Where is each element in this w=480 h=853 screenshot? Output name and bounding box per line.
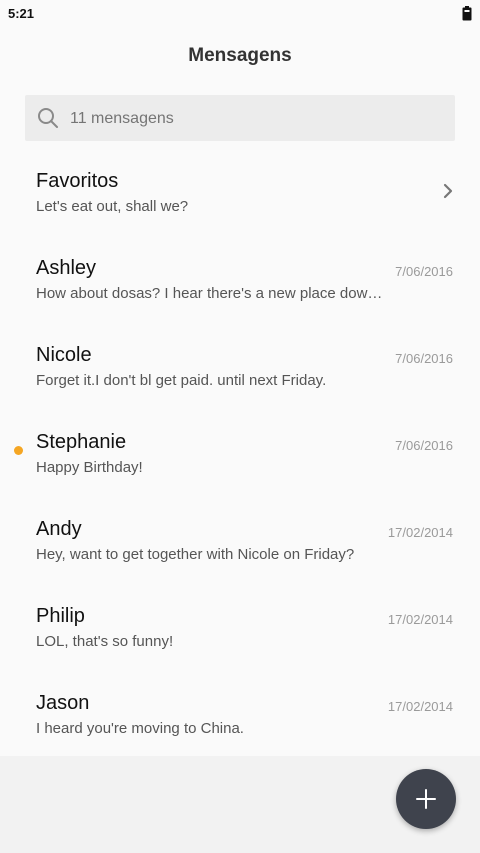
list-item-andy[interactable]: Andy 17/02/2014 Hey, want to get togethe… [0, 498, 480, 585]
page-title: Mensagens [188, 45, 292, 66]
contact-name: Philip [36, 605, 85, 627]
message-preview: Happy Birthday! [36, 459, 143, 476]
chevron-right-icon [443, 183, 453, 199]
message-date: 17/02/2014 [387, 525, 453, 540]
message-preview: I heard you're moving to China. [36, 720, 244, 737]
unread-indicator [14, 446, 23, 455]
message-date: 7/06/2016 [395, 264, 453, 279]
list-item-favoritos[interactable]: Favoritos Let's eat out, shall we? [0, 150, 480, 237]
search-bar[interactable] [25, 95, 455, 141]
contact-name: Nicole [36, 344, 92, 366]
list-item-philip[interactable]: Philip 17/02/2014 LOL, that's so funny! [0, 585, 480, 672]
message-preview: Let's eat out, shall we? [36, 198, 189, 215]
list-item-jason[interactable]: Jason 17/02/2014 I heard you're moving t… [0, 672, 480, 759]
list-item-nicole[interactable]: Nicole 7/06/2016 Forget it.I don't bl ge… [0, 324, 480, 411]
contact-name: Stephanie [36, 431, 127, 453]
message-list: Favoritos Let's eat out, shall we? Ashle… [0, 150, 480, 759]
message-preview: Hey, want to get together with Nicole on… [36, 546, 355, 563]
search-input[interactable] [70, 110, 440, 128]
contact-name: Jason [36, 692, 90, 714]
message-preview: LOL, that's so funny! [36, 633, 174, 650]
message-preview: Forget it.I don't bl get paid. until nex… [36, 372, 327, 389]
message-date: 7/06/2016 [395, 351, 453, 366]
message-preview: How about dosas? I hear there's a new pl… [36, 285, 388, 302]
status-bar: 5:21 [0, 0, 480, 28]
message-date: 7/06/2016 [395, 438, 453, 453]
message-date: 17/02/2014 [387, 699, 453, 714]
status-time: 5:21 [8, 6, 35, 21]
contact-name: Andy [36, 518, 82, 540]
contact-name: Ashley [36, 257, 97, 279]
list-item-stephanie[interactable]: Stephanie 7/06/2016 Happy Birthday! [0, 411, 480, 498]
battery-icon [462, 6, 472, 21]
new-message-button[interactable] [396, 769, 456, 829]
plus-icon [416, 789, 436, 809]
list-item-ashley[interactable]: Ashley 7/06/2016 How about dosas? I hear… [0, 237, 480, 324]
search-icon [38, 108, 58, 128]
contact-name: Favoritos [36, 170, 119, 192]
message-date: 17/02/2014 [387, 612, 453, 627]
